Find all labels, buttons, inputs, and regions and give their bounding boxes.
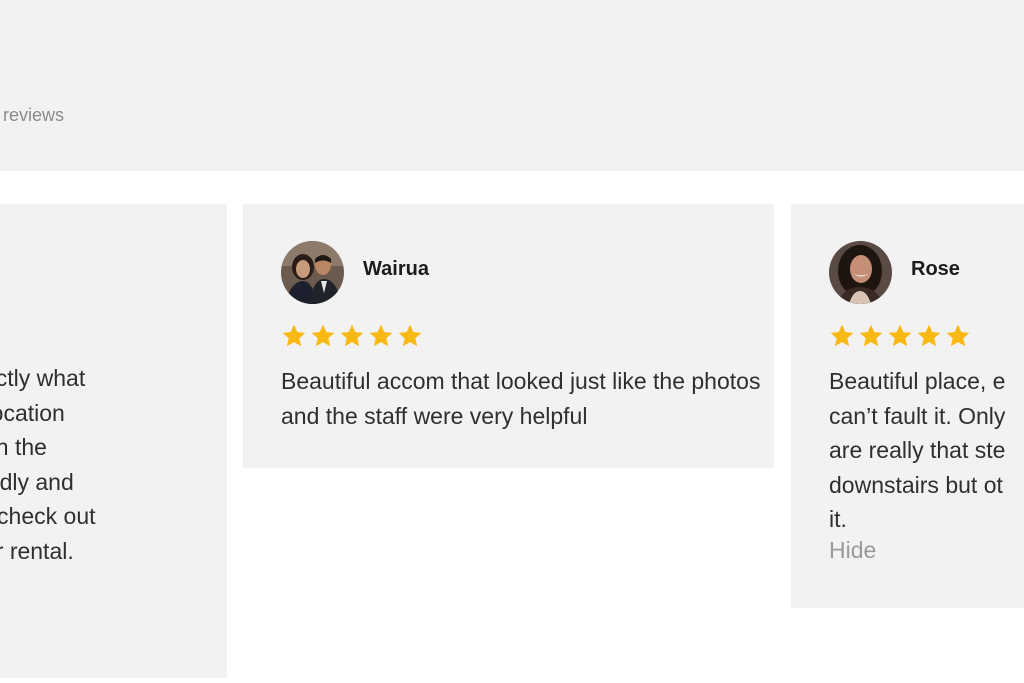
- review-text: as exactly what d the location being in …: [0, 361, 227, 568]
- review-text-line: in and check out: [0, 503, 96, 529]
- review-card-wairua: Wairua Beautiful accom that looked just …: [243, 204, 774, 468]
- review-text: Beautiful place, e can’t fault it. Only …: [829, 364, 1024, 537]
- review-text-line: scooter rental.: [0, 537, 74, 564]
- star-rating: [281, 323, 423, 351]
- star-icon: [398, 324, 422, 347]
- star-icon: [946, 324, 970, 347]
- review-text-line: d the location: [0, 399, 65, 426]
- review-text-line: Beautiful place, e: [829, 368, 1006, 394]
- review-text: Beautiful accom that looked just like th…: [281, 368, 761, 429]
- review-text-line: re friendly and: [0, 468, 74, 495]
- review-text-line: are really that ste: [829, 437, 1006, 463]
- review-text-line: can’t fault it. Only: [829, 402, 1006, 429]
- review-text-line: downstairs but ot: [829, 471, 1003, 498]
- star-icon: [311, 324, 335, 347]
- avatar: [829, 241, 892, 304]
- avatar: [281, 241, 344, 304]
- review-card-rose: Rose Beautiful place, e can’t fault it. …: [791, 204, 1024, 608]
- reviewer-name: Rose: [911, 258, 960, 280]
- star-icon: [369, 324, 393, 347]
- review-text-line: being in the: [0, 434, 47, 460]
- star-icon: [917, 324, 941, 347]
- review-text-line: it.: [829, 506, 847, 532]
- star-icon: [340, 324, 364, 347]
- avatar-photo-icon: [281, 241, 344, 304]
- star-icon: [859, 324, 883, 347]
- star-icon: [282, 324, 306, 347]
- reviews-header: reviews: [0, 0, 1024, 171]
- reviews-count-label: reviews: [3, 105, 65, 125]
- reviewer-name: Wairua: [363, 258, 429, 280]
- hide-review-link[interactable]: Hide: [829, 537, 876, 564]
- star-icon: [888, 324, 912, 347]
- star-rating: [829, 323, 971, 351]
- review-card-left: as exactly what d the location being in …: [0, 204, 227, 678]
- review-text-line: as exactly what: [0, 365, 86, 391]
- avatar-photo-icon: [829, 241, 892, 304]
- star-icon: [830, 324, 854, 347]
